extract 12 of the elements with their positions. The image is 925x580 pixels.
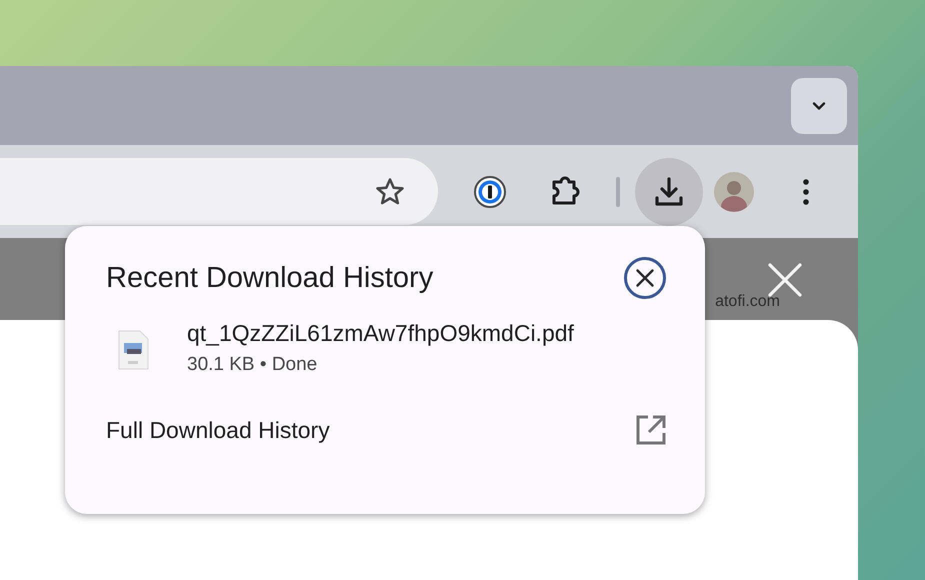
popup-title: Recent Download History xyxy=(106,262,434,294)
download-item[interactable]: qt_1QzZZiL61zmAw7fhpO9kmdCi.pdf 30.1 KB • Done xyxy=(116,320,667,376)
site-text: atofi.com xyxy=(715,293,780,311)
password-manager-icon[interactable] xyxy=(473,174,507,208)
external-link-icon[interactable] xyxy=(635,414,667,446)
avatar-icon[interactable] xyxy=(714,172,754,212)
file-details: 30.1 KB • Done xyxy=(187,354,318,376)
full-history-link[interactable]: Full Download History xyxy=(106,416,330,444)
file-name: qt_1QzZZiL61zmAw7fhpO9kmdCi.pdf xyxy=(187,320,574,347)
pdf-file-icon xyxy=(116,330,150,370)
close-icon[interactable] xyxy=(623,256,667,300)
menu-icon[interactable] xyxy=(801,176,811,206)
